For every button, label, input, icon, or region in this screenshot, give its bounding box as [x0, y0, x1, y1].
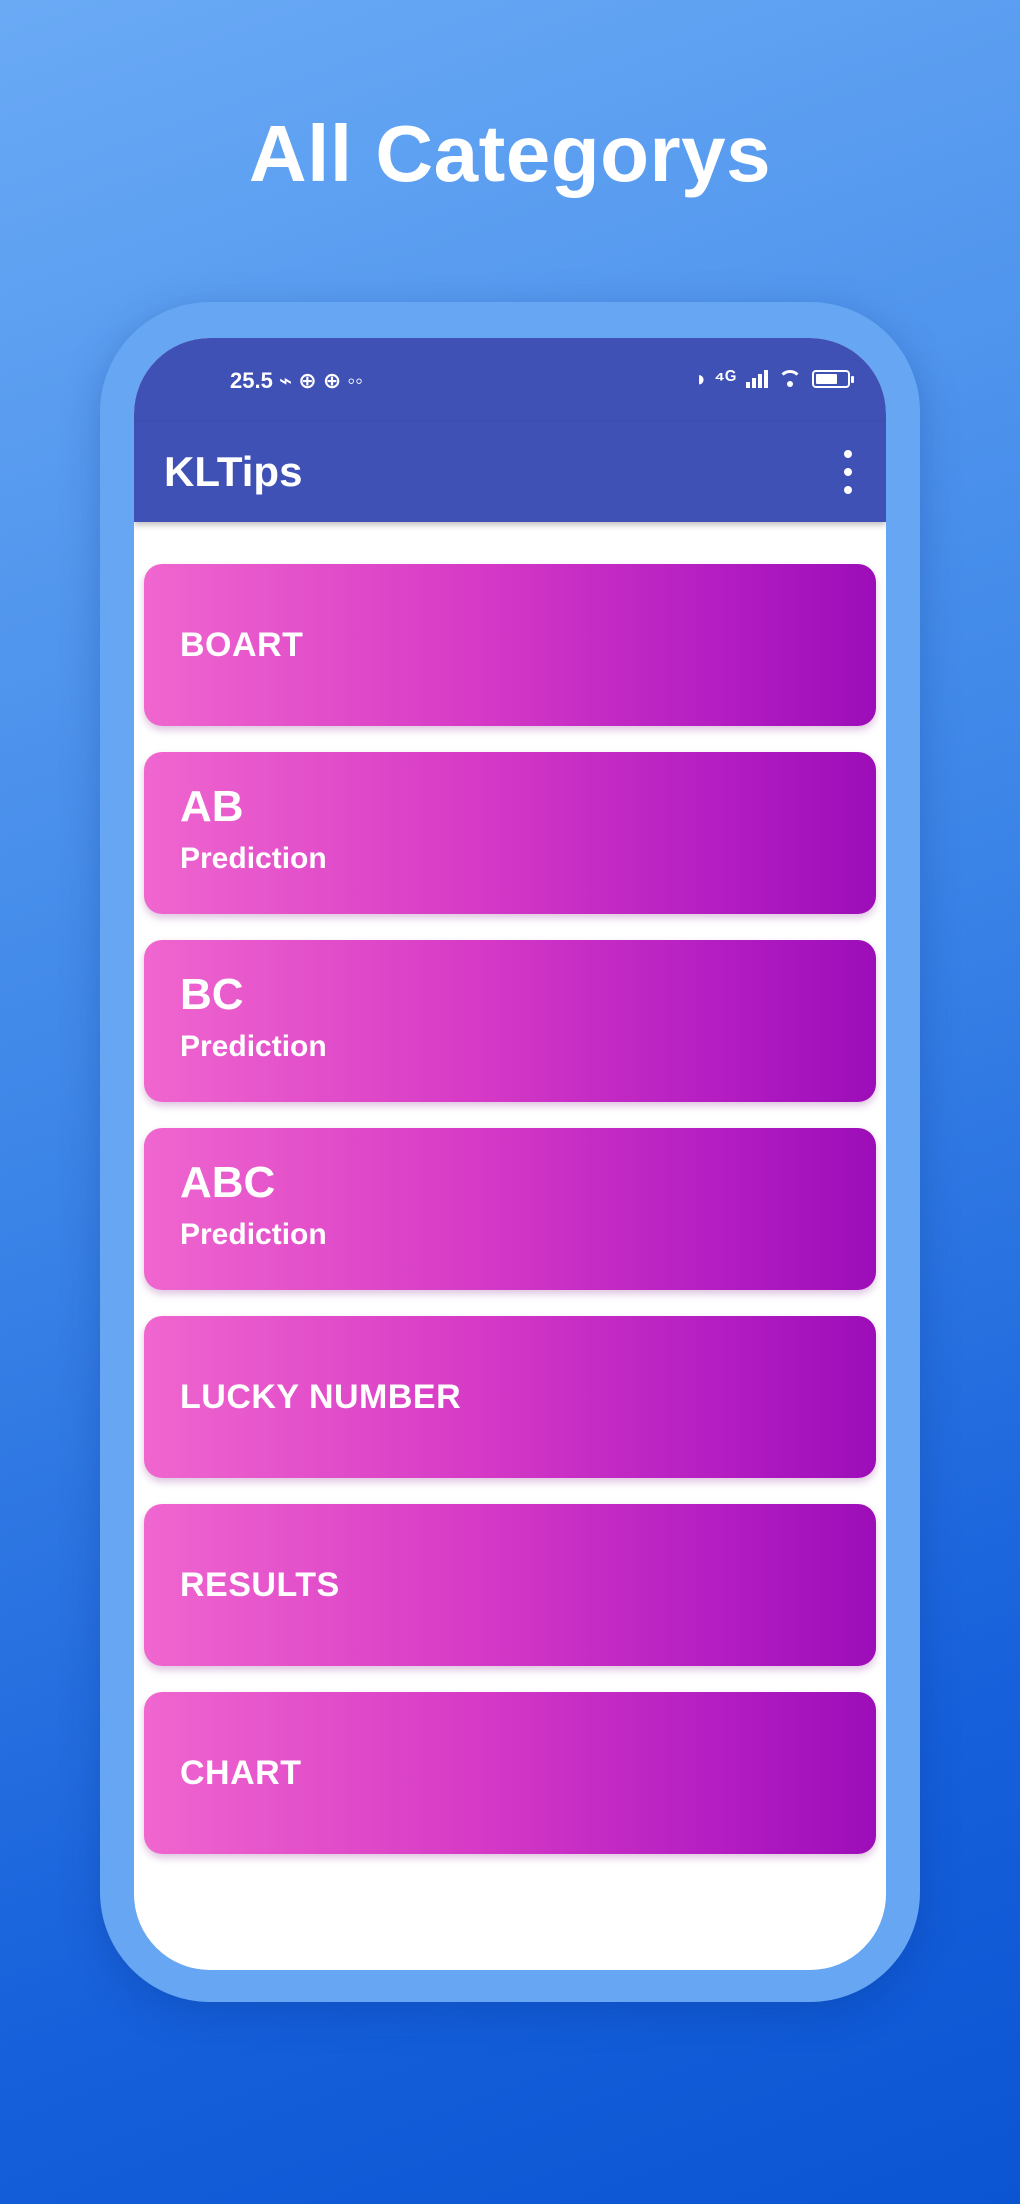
status-left: 25.5 ⌁ ⊕ ⊕ ◦◦ [230, 368, 363, 394]
category-subtitle: Prediction [180, 1030, 327, 1063]
more-vert-icon[interactable] [838, 450, 858, 494]
category-title: AB [180, 782, 244, 831]
category-title: LUCKY NUMBER [180, 1378, 462, 1416]
category-card-boart[interactable]: BOART [144, 564, 876, 726]
battery-level [816, 374, 837, 384]
category-title: CHART [180, 1754, 302, 1792]
category-title: BC [180, 970, 244, 1019]
phone-screen: 25.5 ⌁ ⊕ ⊕ ◦◦ ◗ ⁴ᴳ KLTips BOART AB Predi… [134, 338, 886, 1970]
wifi-icon [778, 370, 802, 388]
category-card-ab[interactable]: AB Prediction [144, 752, 876, 914]
category-card-lucky-number[interactable]: LUCKY NUMBER [144, 1316, 876, 1478]
category-title: ABC [180, 1158, 276, 1207]
status-bar: 25.5 ⌁ ⊕ ⊕ ◦◦ ◗ ⁴ᴳ [134, 338, 886, 422]
category-card-abc[interactable]: ABC Prediction [144, 1128, 876, 1290]
category-list: BOART AB Prediction BC Prediction ABC Pr… [144, 564, 876, 1880]
signal-icon [746, 370, 768, 388]
status-right: ◗ ⁴ᴳ [694, 366, 854, 392]
battery-icon [812, 370, 854, 388]
app-bar: KLTips [134, 422, 886, 522]
status-left-text: 25.5 ⌁ ⊕ ⊕ ◦◦ [230, 368, 363, 393]
category-title: RESULTS [180, 1566, 340, 1604]
status-right-text: ◗ ⁴ᴳ [694, 366, 736, 391]
category-card-chart[interactable]: CHART [144, 1692, 876, 1854]
category-card-bc[interactable]: BC Prediction [144, 940, 876, 1102]
app-title: KLTips [164, 448, 303, 495]
category-title: BOART [180, 626, 304, 664]
category-card-results[interactable]: RESULTS [144, 1504, 876, 1666]
category-subtitle: Prediction [180, 842, 327, 875]
page-headline: All Categorys [248, 109, 772, 198]
category-subtitle: Prediction [180, 1218, 327, 1251]
